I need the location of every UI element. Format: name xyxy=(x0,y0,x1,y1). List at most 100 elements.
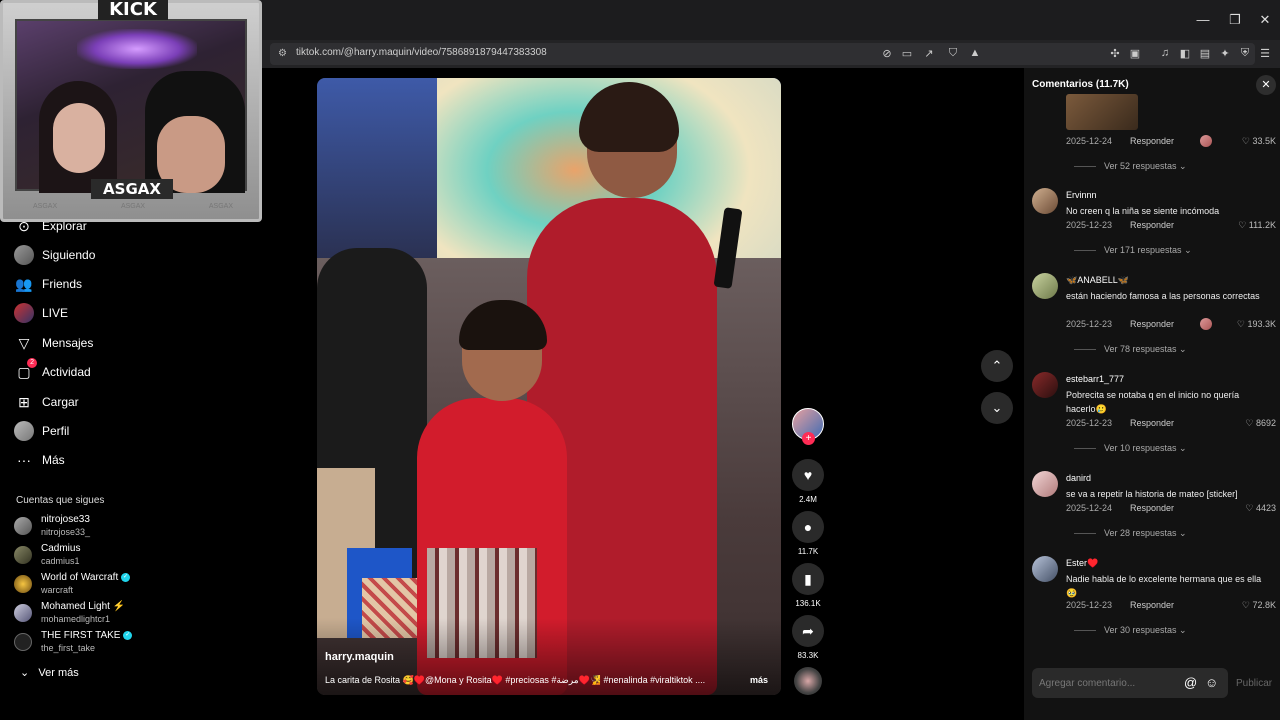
reply-button[interactable]: Responder xyxy=(1130,220,1174,230)
mention-icon[interactable]: @ xyxy=(1184,675,1197,690)
shield-icon[interactable]: ⛉ xyxy=(946,47,960,60)
avatar[interactable] xyxy=(1032,556,1058,582)
comment-date: 2025-12-23 xyxy=(1066,319,1113,329)
view-replies-button[interactable]: Ver 52 respuestas ⌄ xyxy=(1074,161,1187,172)
avatar xyxy=(14,517,32,535)
comment-like-button[interactable]: ♡ 111.2K xyxy=(1238,220,1276,231)
chevron-down-icon: ⌄ xyxy=(991,400,1003,415)
comment-like-button[interactable]: ♡ 72.8K xyxy=(1242,600,1276,611)
avatar[interactable] xyxy=(1032,372,1058,398)
sidebar-item-mensajes[interactable]: ▽ Mensajes xyxy=(14,332,94,354)
activity-icon: ▢ 2 xyxy=(14,358,37,382)
extensions-icon[interactable]: ✣ xyxy=(1108,47,1122,60)
comment-item: 2025-12-24 Responder ♡ 33.5K Ver 52 resp… xyxy=(1032,94,1276,174)
minimize-button[interactable]: — xyxy=(1188,12,1218,27)
account-name: Mohamed Light ⚡ xyxy=(41,601,126,612)
view-replies-button[interactable]: Ver 30 respuestas ⌄ xyxy=(1074,625,1187,636)
social-handle: ASGAX xyxy=(33,203,58,210)
site-settings-icon[interactable]: ⚙ xyxy=(278,48,287,59)
sidebar-icon[interactable]: ◧ xyxy=(1178,47,1192,60)
music-disc-icon[interactable] xyxy=(794,667,822,695)
comment-like-button[interactable]: ♡ 33.5K xyxy=(1242,136,1276,147)
view-replies-label: Ver 30 respuestas xyxy=(1104,625,1177,635)
creator-liked-icon xyxy=(1200,135,1212,147)
sidebar-item-siguiendo[interactable]: Siguiendo xyxy=(14,244,95,266)
comment-button[interactable]: ● xyxy=(792,511,824,543)
comment-like-count: 33.5K xyxy=(1252,136,1276,146)
comment-input[interactable] xyxy=(1032,668,1228,698)
maximize-button[interactable]: ❐ xyxy=(1220,12,1250,28)
sidebar-item-actividad[interactable]: ▢ 2 Actividad xyxy=(14,358,91,383)
publish-button[interactable]: Publicar xyxy=(1236,678,1272,689)
live-icon xyxy=(14,303,34,323)
view-replies-button[interactable]: Ver 28 respuestas ⌄ xyxy=(1074,528,1187,539)
previous-video-button[interactable]: ⌃ xyxy=(981,350,1013,382)
wallet-icon[interactable]: ▣ xyxy=(1128,47,1142,60)
view-replies-button[interactable]: Ver 78 respuestas ⌄ xyxy=(1074,344,1187,355)
avatar[interactable] xyxy=(1032,471,1058,497)
music-icon[interactable]: ♫ xyxy=(1158,47,1172,59)
cast-icon[interactable]: ▭ xyxy=(900,47,914,60)
messages-icon: ▽ xyxy=(18,334,30,351)
view-replies-button[interactable]: Ver 10 respuestas ⌄ xyxy=(1074,443,1187,454)
rewards-icon[interactable]: ▲ xyxy=(968,47,982,59)
save-button[interactable]: ▮ xyxy=(792,563,824,595)
reply-button[interactable]: Responder xyxy=(1130,136,1174,146)
save-count: 136.1K xyxy=(795,599,821,608)
video-player[interactable]: harry.maquin La carita de Rosita 🥰♥️@Mon… xyxy=(317,78,781,695)
followed-account[interactable]: World of Warcraft ✓ warcraft xyxy=(14,572,154,600)
reply-button[interactable]: Responder xyxy=(1130,503,1174,513)
followed-account[interactable]: nitrojose33 nitrojose33_ xyxy=(14,514,154,542)
comment-username[interactable]: Ervinnn xyxy=(1066,190,1097,200)
upload-icon: ⊞ xyxy=(18,393,30,410)
share-icon[interactable]: ↗ xyxy=(922,47,936,60)
comment-item: estebarr1_777 Pobrecita se notaba q en e… xyxy=(1032,372,1276,462)
avatar[interactable] xyxy=(1032,273,1058,299)
reading-icon[interactable]: ▤ xyxy=(1198,47,1212,60)
reply-button[interactable]: Responder xyxy=(1130,319,1174,329)
comment-username[interactable]: 🦋ANABELL🦋 xyxy=(1066,275,1129,286)
emoji-icon[interactable]: ☺ xyxy=(1205,675,1218,690)
leo-icon[interactable]: ✦ xyxy=(1218,47,1232,60)
followed-account[interactable]: THE FIRST TAKE ✓ the_first_take xyxy=(14,630,154,658)
share-button[interactable]: ➦ xyxy=(792,615,824,647)
sidebar-item-label: LIVE xyxy=(42,306,69,320)
menu-icon[interactable]: ☰ xyxy=(1258,47,1272,60)
sidebar-item-live[interactable]: LIVE xyxy=(14,302,68,324)
sidebar-item-label: Más xyxy=(42,453,65,467)
sidebar-item-perfil[interactable]: Perfil xyxy=(14,420,69,442)
video-author[interactable]: harry.maquin xyxy=(325,651,394,663)
followed-account[interactable]: Mohamed Light ⚡ mohamedlightcr1 xyxy=(14,601,154,629)
sidebar-item-friends[interactable]: 👥 Friends xyxy=(14,273,82,295)
like-button[interactable]: ♥ xyxy=(792,459,824,491)
next-video-button[interactable]: ⌄ xyxy=(981,392,1013,424)
reply-button[interactable]: Responder xyxy=(1130,600,1174,610)
verified-icon: ✓ xyxy=(121,572,131,582)
avatar xyxy=(14,575,32,593)
reply-button[interactable]: Responder xyxy=(1130,418,1174,428)
comment-like-button[interactable]: ♡ 8692 xyxy=(1245,418,1276,429)
creator-liked-icon xyxy=(1200,318,1212,330)
close-comments-button[interactable]: ✕ xyxy=(1256,75,1276,95)
caption-more-button[interactable]: más xyxy=(750,675,768,685)
comment-username[interactable]: Ester♥️ xyxy=(1066,558,1098,569)
close-window-button[interactable]: ✕ xyxy=(1250,12,1280,28)
sidebar-item-cargar[interactable]: ⊞ Cargar xyxy=(14,391,79,413)
tracking-off-icon[interactable]: ⊘ xyxy=(880,47,894,60)
account-username: warcraft xyxy=(41,585,74,595)
vpn-icon[interactable]: ⛨ xyxy=(1238,47,1252,60)
comment-like-button[interactable]: ♡ 4423 xyxy=(1245,503,1276,514)
see-more-button[interactable]: ⌄ Ver más xyxy=(20,666,79,679)
avatar[interactable] xyxy=(1032,188,1058,214)
followed-account[interactable]: Cadmius cadmius1 xyxy=(14,543,154,571)
follow-plus-icon[interactable]: + xyxy=(802,432,815,445)
comment-username[interactable]: estebarr1_777 xyxy=(1066,374,1124,384)
view-replies-button[interactable]: Ver 171 respuestas ⌄ xyxy=(1074,245,1192,256)
browser-toolbar: ⚙ tiktok.com/@harry.maquin/video/7586891… xyxy=(260,40,1280,68)
sidebar-item-label: Siguiendo xyxy=(42,248,96,262)
sidebar-item-mas[interactable]: ··· Más xyxy=(14,449,65,471)
comment-username[interactable]: danird xyxy=(1066,473,1091,483)
url-text[interactable]: tiktok.com/@harry.maquin/video/758689187… xyxy=(296,47,547,58)
heart-icon: ♥ xyxy=(803,467,813,483)
comment-like-button[interactable]: ♡ 193.3K xyxy=(1237,319,1276,330)
